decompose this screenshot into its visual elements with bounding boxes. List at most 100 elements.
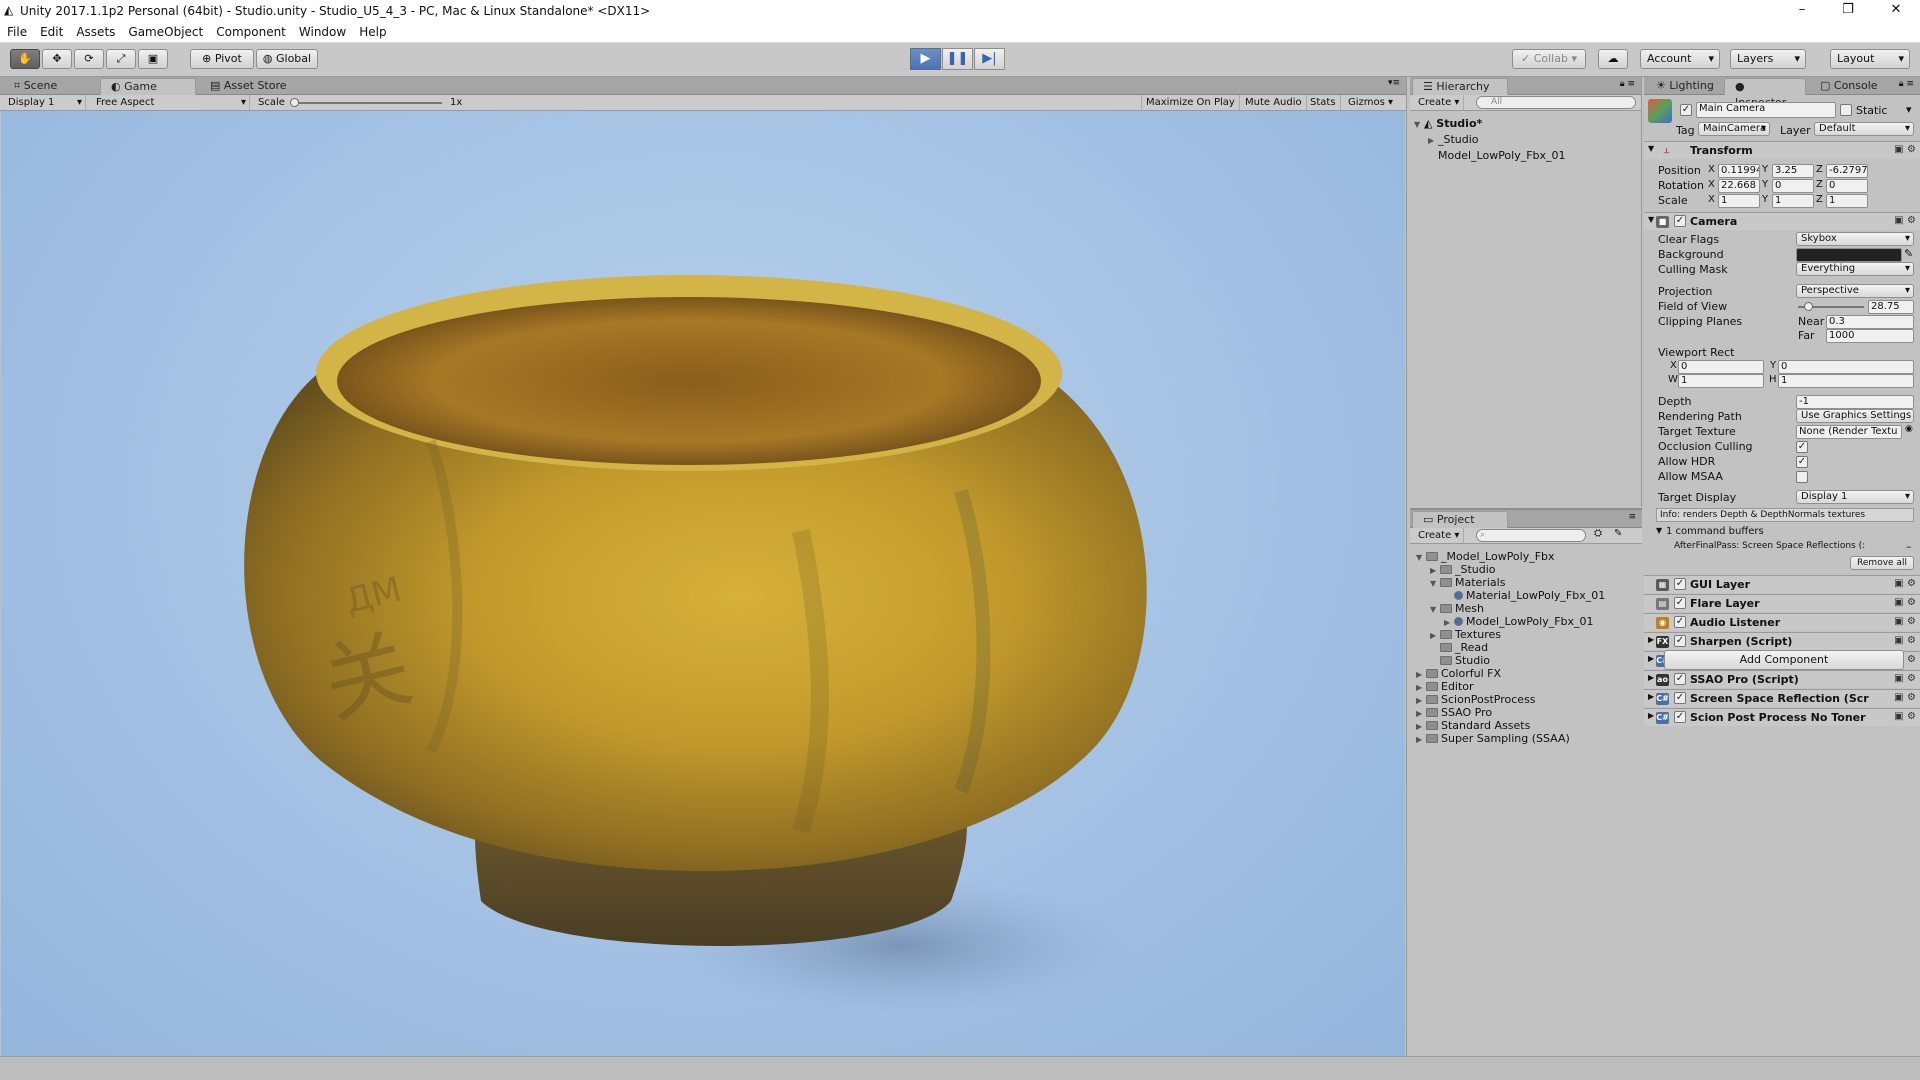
target-display-dropdown[interactable]: Display 1 ▾ [1796, 490, 1914, 504]
fold-icon[interactable]: ▶ [1416, 735, 1426, 744]
menu-gameobject[interactable]: GameObject [121, 22, 209, 39]
component-header[interactable]: ▶ FX ✓ Sharpen (Script) ▣ ⚙ [1644, 632, 1920, 650]
project-item[interactable]: ▶ Colorful FX [1416, 667, 1501, 680]
project-item[interactable]: ▶ SSAO Pro [1416, 706, 1492, 719]
target-texture-field[interactable]: None (Render Textu [1796, 425, 1902, 439]
lock-icon[interactable]: 🔒︎ ≡ [1899, 79, 1914, 89]
project-item[interactable]: Studio [1430, 654, 1490, 667]
panel-menu-icon[interactable]: ▾≡ [1388, 78, 1400, 88]
move-tool-button[interactable]: ✥ [42, 49, 72, 69]
scene-root[interactable]: ▼ ◭ Studio* [1414, 117, 1636, 130]
layout-dropdown[interactable]: Layout ▾ [1830, 49, 1910, 69]
scale-x-input[interactable]: 1 [1718, 194, 1760, 208]
component-settings-icon[interactable]: ▣ ⚙ [1894, 692, 1916, 703]
menu-help[interactable]: Help [352, 22, 392, 39]
project-search-input[interactable]: ⌕ [1476, 529, 1586, 542]
account-dropdown[interactable]: Account ▾ [1640, 49, 1720, 69]
filter-label-icon[interactable]: ✎ [1614, 528, 1622, 539]
hierarchy-search-input[interactable]: All [1476, 96, 1636, 109]
component-enabled-checkbox[interactable]: ✓ [1674, 597, 1686, 609]
stats-toggle[interactable]: Stats [1306, 95, 1341, 110]
component-settings-icon[interactable]: ▣ ⚙ [1894, 215, 1916, 226]
component-header[interactable]: ▤ ✓ Flare Layer ▣ ⚙ [1644, 594, 1920, 612]
layer-dropdown[interactable]: Default ▾ [1814, 122, 1914, 136]
camera-component-header[interactable]: ▼ ■ ✓ Camera ▣ ⚙ [1644, 212, 1920, 230]
camera-enabled-checkbox[interactable]: ✓ [1674, 215, 1686, 227]
static-checkbox[interactable] [1840, 104, 1852, 116]
culling-mask-dropdown[interactable]: Everything ▾ [1796, 262, 1914, 276]
component-header[interactable]: ▶ C# ✓ Scion Post Process No Toner ▣ ⚙ [1644, 708, 1920, 726]
command-buffers-row[interactable]: ▼ 1 command buffers [1644, 525, 1920, 541]
layers-dropdown[interactable]: Layers ▾ [1730, 49, 1806, 69]
component-header[interactable]: ▦ ✓ GUI Layer ▣ ⚙ [1644, 575, 1920, 593]
fold-icon[interactable]: ▶ [1416, 709, 1426, 718]
project-item[interactable]: ▶ Model_LowPoly_Fbx_01 [1444, 615, 1594, 628]
component-enabled-checkbox[interactable]: ✓ [1674, 616, 1686, 628]
component-settings-icon[interactable]: ▣ ⚙ [1894, 597, 1916, 608]
rendering-path-dropdown[interactable]: Use Graphics Settings [1796, 409, 1914, 423]
project-item[interactable]: Material_LowPoly_Fbx_01 [1444, 589, 1605, 602]
project-item[interactable]: ▼ Mesh [1430, 602, 1484, 615]
fold-icon[interactable]: ▶ [1430, 631, 1440, 640]
fold-icon[interactable]: ▶ [1648, 673, 1654, 682]
fold-icon[interactable]: ▶ [1416, 722, 1426, 731]
gizmos-dropdown[interactable]: Gizmos ▾ [1344, 95, 1397, 110]
object-name-input[interactable]: Main Camera [1696, 102, 1836, 118]
object-picker-icon[interactable]: ◉ [1905, 424, 1913, 434]
component-enabled-checkbox[interactable]: ✓ [1674, 635, 1686, 647]
component-settings-icon[interactable]: ▣ ⚙ [1894, 578, 1916, 589]
pivot-toggle[interactable]: ⊕ Pivot [190, 49, 254, 69]
fold-icon[interactable]: ▶ [1648, 711, 1654, 720]
maximize-button[interactable]: ❐ [1826, 0, 1870, 22]
menu-window[interactable]: Window [292, 22, 352, 39]
active-checkbox[interactable]: ✓ [1680, 104, 1692, 116]
msaa-checkbox[interactable] [1796, 471, 1808, 483]
project-item[interactable]: ▶ Editor [1416, 680, 1474, 693]
fold-icon[interactable]: ▼ [1430, 605, 1440, 614]
component-settings-icon[interactable]: ▣ ⚙ [1894, 144, 1916, 155]
project-item[interactable]: ▶ _Studio [1430, 563, 1496, 576]
background-color-swatch[interactable] [1796, 248, 1902, 262]
project-item[interactable]: ▶ Textures [1430, 628, 1501, 641]
component-enabled-checkbox[interactable]: ✓ [1674, 673, 1686, 685]
menu-assets[interactable]: Assets [69, 22, 121, 39]
fold-icon[interactable]: ▼ [1416, 553, 1426, 562]
component-header[interactable]: ▶ C# ✓ Screen Space Reflection (Scr ▣ ⚙ [1644, 689, 1920, 707]
scale-thumb[interactable] [290, 98, 299, 107]
filter-type-icon[interactable]: ⛭ [1594, 528, 1602, 539]
project-item[interactable]: ▼ _Model_LowPoly_Fbx [1416, 550, 1555, 563]
tab-scene[interactable]: ⌗ Scene [4, 78, 67, 95]
hierarchy-create-button[interactable]: Create ▾ [1414, 95, 1465, 110]
hierarchy-item[interactable]: ▶ _Studio [1428, 133, 1479, 146]
component-enabled-checkbox[interactable]: ✓ [1674, 578, 1686, 590]
tag-dropdown[interactable]: MainCamera ▾ [1698, 122, 1770, 136]
tab-console[interactable]: ▢ Console [1810, 78, 1888, 95]
viewport-x-input[interactable]: 0 [1678, 360, 1764, 374]
fold-icon[interactable]: ▶ [1444, 618, 1454, 627]
component-header[interactable]: ◉ ✓ Audio Listener ▣ ⚙ [1644, 613, 1920, 631]
game-viewport[interactable]: 关 ДМ [1, 111, 1405, 1056]
near-input[interactable]: 0.3 [1826, 315, 1914, 329]
project-item[interactable]: ▶ Standard Assets [1416, 719, 1530, 732]
scale-y-input[interactable]: 1 [1772, 194, 1814, 208]
project-item[interactable]: ▶ ScionPostProcess [1416, 693, 1536, 706]
fold-icon[interactable]: ▶ [1648, 692, 1654, 701]
rotation-x-input[interactable]: 22.668 [1718, 179, 1760, 193]
play-button[interactable]: ▶ [910, 48, 941, 70]
rect-tool-button[interactable]: ▣ [138, 49, 168, 69]
rotation-y-input[interactable]: 0 [1772, 179, 1814, 193]
projection-dropdown[interactable]: Perspective ▾ [1796, 284, 1914, 298]
panel-menu-icon[interactable]: ≡ [1628, 512, 1636, 522]
component-settings-icon[interactable]: ▣ ⚙ [1894, 673, 1916, 684]
step-button[interactable]: ▶| [974, 48, 1005, 70]
project-create-button[interactable]: Create ▾ [1414, 528, 1465, 543]
occlusion-checkbox[interactable]: ✓ [1796, 441, 1808, 453]
minimize-button[interactable]: – [1780, 0, 1824, 22]
tab-inspector[interactable]: ● Inspector [1724, 78, 1806, 109]
chevron-down-icon[interactable]: ▾ [1906, 103, 1912, 116]
viewport-h-input[interactable]: 1 [1778, 374, 1914, 388]
scale-slider[interactable]: Scale 1x [254, 95, 474, 110]
component-settings-icon[interactable]: ▣ ⚙ [1894, 635, 1916, 646]
fold-icon[interactable]: ▶ [1416, 670, 1426, 679]
tab-lighting[interactable]: ☀ Lighting [1646, 78, 1724, 95]
